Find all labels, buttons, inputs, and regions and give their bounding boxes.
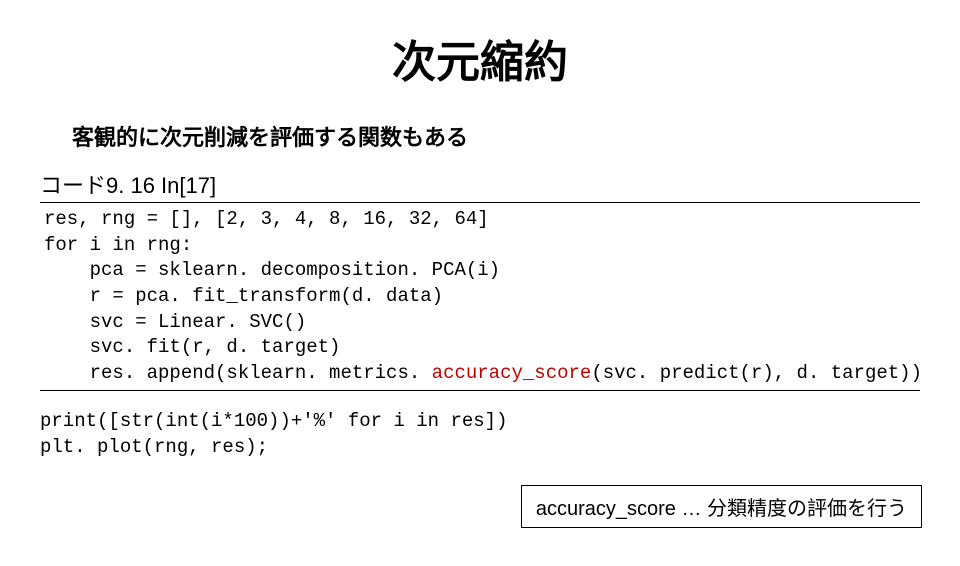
code-line: res. append(sklearn. metrics. <box>44 362 432 384</box>
note-box: accuracy_score … 分類精度の評価を行う <box>521 485 922 528</box>
page-title: 次元縮約 <box>0 26 960 90</box>
code-line: res, rng = [], [2, 3, 4, 8, 16, 32, 64] <box>44 208 489 230</box>
code-line: print([str(int(i*100))+'%' for i in res]… <box>40 410 507 432</box>
code-line: plt. plot(rng, res); <box>40 436 268 458</box>
code-highlight: accuracy_score <box>432 362 592 384</box>
code-after: print([str(int(i*100))+'%' for i in res]… <box>40 409 920 460</box>
code-line: for i in rng: <box>44 234 192 256</box>
code-line: (svc. predict(r), d. target)) <box>591 362 922 384</box>
subtitle: 客観的に次元削減を評価する関数もある <box>72 120 960 152</box>
code-label: コード9. 16 In[17] <box>40 168 960 200</box>
code-line: svc = Linear. SVC() <box>44 311 306 333</box>
code-line: pca = sklearn. decomposition. PCA(i) <box>44 259 500 281</box>
code-line: svc. fit(r, d. target) <box>44 336 340 358</box>
code-block: res, rng = [], [2, 3, 4, 8, 16, 32, 64] … <box>40 202 920 391</box>
code-line: r = pca. fit_transform(d. data) <box>44 285 443 307</box>
